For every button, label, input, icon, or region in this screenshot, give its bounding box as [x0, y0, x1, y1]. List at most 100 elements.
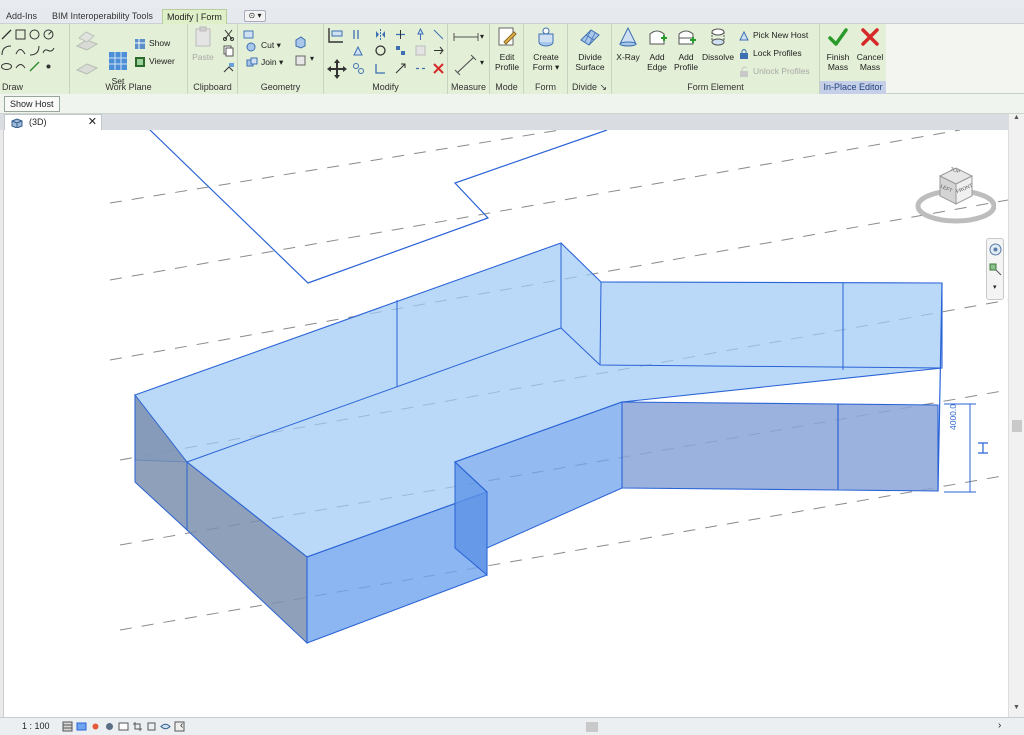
crop-view-icon[interactable]: [132, 721, 143, 732]
scroll-down-icon[interactable]: ▼: [1013, 704, 1020, 711]
checkmark-icon: [828, 28, 848, 46]
align-icon[interactable]: [326, 26, 346, 44]
paste-button[interactable]: Paste: [190, 26, 216, 62]
trim-single-icon[interactable]: [432, 28, 445, 41]
mass-form[interactable]: [134, 242, 943, 645]
offset-icon[interactable]: [352, 28, 365, 41]
options-bar: Show Host: [0, 94, 1024, 114]
spline-tool-icon[interactable]: [42, 44, 55, 57]
divide-surface-icon: [580, 29, 600, 46]
paint-icon[interactable]: [294, 54, 307, 67]
create-form-button[interactable]: Create Form ▾: [528, 26, 564, 72]
partial-ellipse-icon[interactable]: [14, 60, 27, 73]
finish-mass-button[interactable]: Finish Mass: [822, 26, 854, 72]
view-tab-3d[interactable]: (3D) ✕: [4, 114, 102, 130]
unlock-profiles-button[interactable]: Unlock Profiles: [738, 64, 810, 78]
steering-wheel-icon[interactable]: [989, 243, 1002, 256]
cut-geometry-icon: [246, 42, 256, 52]
mirror-pick-axis-icon[interactable]: [352, 44, 365, 57]
scroll-right-icon[interactable]: ›: [998, 720, 1001, 731]
scale-icon[interactable]: [394, 62, 407, 75]
tab-bim-interoperability-tools[interactable]: BIM Interoperability Tools: [52, 9, 153, 24]
cut-geometry-button[interactable]: Cut ▾: [246, 38, 281, 52]
3d-view-canvas[interactable]: 4000.0 TOP FRONT LEFT ▾: [4, 130, 1008, 717]
zoom-icon[interactable]: [989, 263, 1002, 276]
divide-surface-button[interactable]: Divide Surface: [570, 26, 610, 72]
arc-center-icon[interactable]: [14, 44, 27, 57]
copy-icon[interactable]: [222, 44, 235, 57]
panel-label-form-element: Form Element: [687, 82, 744, 92]
lock-profiles-button[interactable]: Lock Profiles: [738, 46, 802, 60]
scroll-up-icon[interactable]: ▲: [1013, 114, 1020, 121]
panel-label-in-place-editor: In-Place Editor: [820, 81, 886, 94]
split-element-icon[interactable]: [394, 28, 407, 41]
mirror-draw-axis-icon[interactable]: [374, 28, 387, 41]
show-workplane-icon: [135, 38, 145, 49]
vertical-scroll-thumb[interactable]: [1012, 420, 1022, 432]
dimension-value[interactable]: 4000.0: [948, 404, 958, 430]
join-geometry-button[interactable]: Join ▾: [246, 55, 283, 69]
dimension-dropdown-icon[interactable]: ▾: [480, 58, 484, 67]
view-controls: [62, 721, 185, 732]
move-icon[interactable]: [326, 58, 348, 80]
context-dropdown-button[interactable]: ⊙ ▾: [244, 10, 266, 22]
show-host-button[interactable]: Show Host: [4, 96, 60, 112]
sun-path-icon[interactable]: [90, 721, 101, 732]
cut-icon[interactable]: [222, 28, 235, 41]
render-icon[interactable]: [118, 721, 129, 732]
xray-button[interactable]: X-Ray: [614, 26, 642, 62]
rotate-icon[interactable]: [374, 44, 387, 57]
ribbon-tabs: Add-Ins BIM Interoperability Tools Modif…: [0, 8, 1024, 24]
dissolve-button[interactable]: Dissolve: [702, 26, 734, 62]
visual-style-icon[interactable]: [76, 721, 87, 732]
panel-draw: Draw: [0, 24, 70, 94]
close-view-icon[interactable]: ✕: [88, 115, 97, 128]
tab-add-ins[interactable]: Add-Ins: [6, 9, 37, 24]
trim-extend-icon[interactable]: [374, 62, 387, 75]
measure-dropdown-icon[interactable]: ▾: [480, 32, 484, 41]
shadows-icon[interactable]: [104, 721, 115, 732]
pick-new-host-button[interactable]: Pick New Host: [738, 28, 808, 42]
join-geometry-icon: [246, 57, 258, 67]
pin-icon[interactable]: [414, 28, 427, 41]
workplane-viewer-button[interactable]: Viewer: [134, 54, 175, 68]
reference-plane-icon: [75, 63, 99, 75]
match-type-icon[interactable]: [222, 62, 235, 75]
rectangle-tool-icon[interactable]: [14, 28, 27, 41]
view-scale[interactable]: 1 : 100: [22, 721, 50, 731]
aligned-dimension-icon[interactable]: [454, 54, 478, 76]
paint-dropdown-icon[interactable]: ▾: [310, 54, 314, 63]
measure-between-icon[interactable]: [452, 30, 482, 44]
vertical-scrollbar[interactable]: ▲ ▼: [1008, 114, 1024, 717]
panel-in-place-editor: Finish Mass Cancel Mass In-Place Editor: [820, 24, 886, 94]
temporary-hide-icon[interactable]: [160, 721, 171, 732]
paste-icon: [195, 26, 211, 47]
point-tool-icon[interactable]: [28, 60, 41, 73]
unpin-icon: [415, 45, 426, 56]
edit-profile-button[interactable]: Edit Profile: [492, 26, 522, 72]
copy-element-icon[interactable]: [352, 62, 365, 75]
viewcube[interactable]: TOP FRONT LEFT: [912, 162, 997, 224]
ellipse-tool-icon[interactable]: [0, 60, 13, 73]
add-profile-button[interactable]: Add Profile: [672, 26, 700, 72]
polygon-tool-icon[interactable]: [28, 28, 41, 41]
delete-icon[interactable]: [432, 62, 445, 75]
line-tool-icon[interactable]: [0, 28, 13, 41]
tangent-arc-icon[interactable]: [28, 44, 41, 57]
horizontal-scroll-thumb[interactable]: [586, 722, 598, 732]
trim-multiple-icon[interactable]: [432, 44, 445, 57]
reference-point-icon[interactable]: [42, 60, 55, 73]
show-crop-region-icon[interactable]: [146, 721, 157, 732]
circle-tool-icon[interactable]: [42, 28, 55, 41]
cancel-mass-button[interactable]: Cancel Mass: [854, 26, 886, 72]
split-face-icon[interactable]: [294, 36, 307, 49]
split-gap-icon[interactable]: [414, 62, 427, 75]
show-workplane-button[interactable]: Show: [134, 36, 170, 50]
array-icon[interactable]: [394, 44, 407, 57]
nav-dropdown-icon[interactable]: ▾: [993, 283, 997, 291]
tab-modify-form[interactable]: Modify | Form: [162, 9, 227, 24]
detail-level-icon[interactable]: [62, 721, 73, 732]
scroll-left-icon[interactable]: ‹: [180, 720, 183, 731]
arc-tool-icon[interactable]: [0, 44, 13, 57]
add-edge-button[interactable]: Add Edge: [644, 26, 670, 72]
